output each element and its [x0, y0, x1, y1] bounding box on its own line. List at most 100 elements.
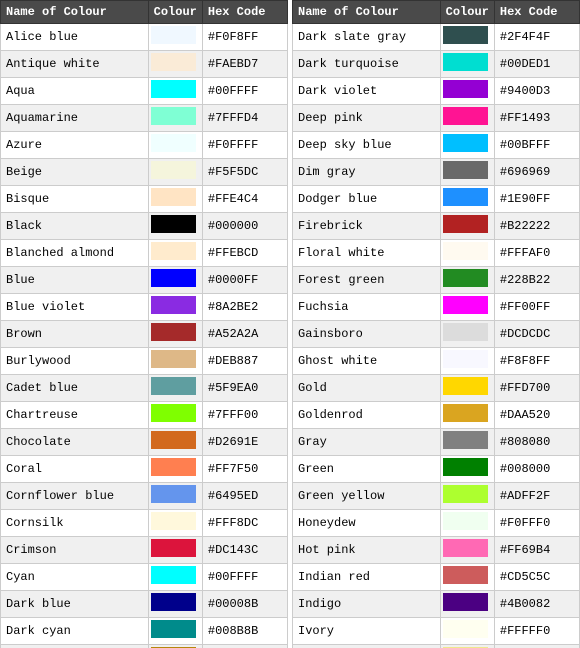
table-row: Dark goldenrod#B8860B — [1, 645, 288, 648]
hex-code: #FFFFF0 — [494, 618, 579, 645]
table-row: Brown #A52A2A — [1, 321, 288, 348]
hex-code: #2F4F4F — [494, 24, 579, 51]
color-swatch-cell — [440, 618, 494, 645]
hex-code: #F5F5DC — [202, 159, 287, 186]
color-swatch — [151, 53, 196, 71]
color-swatch — [443, 539, 488, 557]
table-row: Dark violet#9400D3 — [293, 78, 580, 105]
color-swatch-cell — [148, 159, 202, 186]
table-row: Azure#F0FFFF — [1, 132, 288, 159]
hex-code: #0000FF — [202, 267, 287, 294]
table-row: Cornflower blue #6495ED — [1, 483, 288, 510]
hex-code: #008B8B — [202, 618, 287, 645]
hex-code: #696969 — [494, 159, 579, 186]
table-row: Black#000000 — [1, 213, 288, 240]
color-swatch-cell — [440, 375, 494, 402]
color-swatch-cell — [440, 51, 494, 78]
hex-code: #A52A2A — [202, 321, 287, 348]
color-name: Firebrick — [293, 213, 441, 240]
color-swatch-cell — [148, 294, 202, 321]
hex-code: #6495ED — [202, 483, 287, 510]
hex-code: #008000 — [494, 456, 579, 483]
color-swatch-cell — [148, 483, 202, 510]
left-table-section: Name of Colour Colour Hex Code Alice blu… — [0, 0, 288, 648]
right-color-table: Name of Colour Colour Hex Code Dark slat… — [292, 0, 580, 648]
hex-code: #B8860B — [202, 645, 287, 648]
hex-code: #FF00FF — [494, 294, 579, 321]
color-swatch — [443, 512, 488, 530]
table-row: Aquamarine#7FFFD4 — [1, 105, 288, 132]
hex-code: #DC143C — [202, 537, 287, 564]
color-swatch-cell — [148, 402, 202, 429]
color-swatch — [443, 404, 488, 422]
color-swatch-cell — [148, 456, 202, 483]
color-name: Black — [1, 213, 149, 240]
hex-code: #FFD700 — [494, 375, 579, 402]
table-row: Dark slate gray#2F4F4F — [293, 24, 580, 51]
color-swatch-cell — [440, 510, 494, 537]
color-swatch-cell — [440, 564, 494, 591]
color-name: Dark blue — [1, 591, 149, 618]
main-container: Name of Colour Colour Hex Code Alice blu… — [0, 0, 580, 648]
color-name: Brown — [1, 321, 149, 348]
table-row: Green#008000 — [293, 456, 580, 483]
table-row: Alice blue#F0F8FF — [1, 24, 288, 51]
hex-code: #F0FFF0 — [494, 510, 579, 537]
color-swatch — [443, 26, 488, 44]
hex-code: #FFFAF0 — [494, 240, 579, 267]
color-swatch-cell — [148, 537, 202, 564]
color-name: Azure — [1, 132, 149, 159]
left-header-hex: Hex Code — [202, 1, 287, 24]
table-row: Hot pink#FF69B4 — [293, 537, 580, 564]
table-row: Cadet blue#5F9EA0 — [1, 375, 288, 402]
hex-code: #00DED1 — [494, 51, 579, 78]
color-name: Gray — [293, 429, 441, 456]
color-swatch — [151, 269, 196, 287]
color-swatch-cell — [148, 132, 202, 159]
color-swatch-cell — [440, 348, 494, 375]
color-swatch — [151, 107, 196, 125]
color-name: Cornflower blue — [1, 483, 149, 510]
table-row: Khaki#F0E68C — [293, 645, 580, 648]
hex-code: #FFF8DC — [202, 510, 287, 537]
color-swatch — [151, 188, 196, 206]
color-swatch-cell — [148, 348, 202, 375]
color-swatch-cell — [440, 24, 494, 51]
table-row: Goldenrod#DAA520 — [293, 402, 580, 429]
color-name: Blanched almond — [1, 240, 149, 267]
color-swatch — [443, 620, 488, 638]
table-row: Burlywood#DEB887 — [1, 348, 288, 375]
color-swatch-cell — [440, 159, 494, 186]
color-swatch — [443, 269, 488, 287]
color-swatch — [443, 107, 488, 125]
color-swatch — [443, 566, 488, 584]
color-name: Khaki — [293, 645, 441, 648]
color-name: Goldenrod — [293, 402, 441, 429]
hex-code: #4B0082 — [494, 591, 579, 618]
table-row: Dodger blue#1E90FF — [293, 186, 580, 213]
table-row: Bisque#FFE4C4 — [1, 186, 288, 213]
color-name: Dark violet — [293, 78, 441, 105]
hex-code: #1E90FF — [494, 186, 579, 213]
color-swatch — [151, 161, 196, 179]
table-row: Dark blue#00008B — [1, 591, 288, 618]
color-name: Cadet blue — [1, 375, 149, 402]
hex-code: #D2691E — [202, 429, 287, 456]
color-name: Deep sky blue — [293, 132, 441, 159]
table-row: Cornsilk#FFF8DC — [1, 510, 288, 537]
table-row: Chartreuse#7FFF00 — [1, 402, 288, 429]
color-swatch — [151, 458, 196, 476]
color-swatch — [151, 404, 196, 422]
color-name: Floral white — [293, 240, 441, 267]
hex-code: #FAEBD7 — [202, 51, 287, 78]
color-swatch — [151, 647, 196, 648]
table-row: Dim gray#696969 — [293, 159, 580, 186]
color-swatch — [443, 350, 488, 368]
color-name: Chartreuse — [1, 402, 149, 429]
hex-code: #8A2BE2 — [202, 294, 287, 321]
hex-code: #808080 — [494, 429, 579, 456]
hex-code: #00BFFF — [494, 132, 579, 159]
hex-code: #B22222 — [494, 213, 579, 240]
color-swatch-cell — [148, 105, 202, 132]
color-swatch — [151, 323, 196, 341]
